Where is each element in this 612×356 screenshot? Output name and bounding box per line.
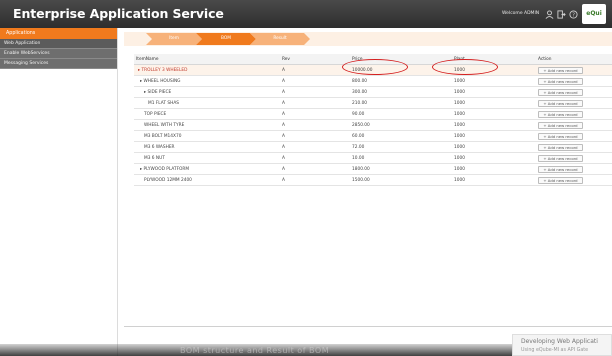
item-name[interactable]: ▸ WHEEL HOUSING bbox=[136, 76, 276, 87]
app-title: Enterprise Application Service bbox=[13, 6, 224, 21]
col-header-itemname[interactable]: ItemName bbox=[136, 54, 276, 65]
sidebar-item-web-application[interactable]: Web Application bbox=[0, 39, 117, 49]
item-name[interactable]: M3 6 WASHER bbox=[136, 142, 276, 153]
app-header: Enterprise Application Service Welcome A… bbox=[0, 0, 612, 28]
item-rev: A bbox=[282, 145, 285, 150]
sidebar: Applications Web Application Enable WebS… bbox=[0, 28, 118, 356]
toast-title: Developing Web Applicati bbox=[521, 338, 598, 345]
table-row[interactable]: WHEEL WITH TYRE A 2850.00 1000 + Add new… bbox=[134, 120, 612, 131]
add-new-record-button[interactable]: + Add new record bbox=[538, 67, 583, 74]
item-price[interactable]: 10.00 bbox=[352, 153, 442, 164]
table-row[interactable]: ▸ WHEEL HOUSING A 800.00 1000 + Add new … bbox=[134, 76, 612, 87]
add-new-record-button[interactable]: + Add new record bbox=[538, 166, 583, 173]
col-header-action: Action bbox=[538, 57, 552, 62]
table-row[interactable]: TOP PIECE A 90.00 1000 + Add new record bbox=[134, 109, 612, 120]
item-name[interactable]: ▸ TROLLEY 3 WHEELED bbox=[136, 65, 276, 76]
item-price[interactable]: 800.00 bbox=[352, 76, 442, 87]
eqube-logo: eQui bbox=[582, 4, 606, 24]
item-name[interactable]: WHEEL WITH TYRE bbox=[136, 120, 276, 131]
item-name[interactable]: M3 6 NUT bbox=[136, 153, 276, 164]
svg-text:?: ? bbox=[572, 12, 575, 18]
step-bom[interactable]: BOM bbox=[196, 33, 256, 45]
plant-highlight-ellipse bbox=[432, 59, 498, 75]
sidebar-item-messaging-services[interactable]: Messaging Services bbox=[0, 59, 117, 69]
table-row[interactable]: M3 BOLT M14X70 A 60.00 1000 + Add new re… bbox=[134, 131, 612, 142]
app-window: Enterprise Application Service Welcome A… bbox=[0, 0, 612, 356]
item-plant[interactable]: 1000 bbox=[454, 120, 544, 131]
step-bom-label: BOM bbox=[221, 36, 231, 41]
sidebar-section-applications[interactable]: Applications bbox=[0, 28, 117, 39]
step-item-label: Item bbox=[169, 36, 179, 41]
item-price[interactable]: 300.00 bbox=[352, 87, 442, 98]
item-price[interactable]: 2850.00 bbox=[352, 120, 442, 131]
step-result-label: Result bbox=[273, 36, 287, 41]
add-new-record-button[interactable]: + Add new record bbox=[538, 144, 583, 151]
table-row[interactable]: ▸ PLYWOOD PLATFORM A 1800.00 1000 + Add … bbox=[134, 164, 612, 175]
wizard-steps: Item BOM Result bbox=[124, 32, 612, 46]
price-highlight-ellipse bbox=[342, 59, 408, 75]
help-icon[interactable]: ? bbox=[569, 10, 578, 19]
content-divider bbox=[124, 326, 612, 327]
item-plant[interactable]: 1000 bbox=[454, 109, 544, 120]
item-plant[interactable]: 1000 bbox=[454, 153, 544, 164]
item-rev: A bbox=[282, 167, 285, 172]
item-price[interactable]: 1800.00 bbox=[352, 164, 442, 175]
add-new-record-button[interactable]: + Add new record bbox=[538, 100, 583, 107]
item-name[interactable]: M3 BOLT M14X70 bbox=[136, 131, 276, 142]
video-caption: BOM structure and Result of BOM bbox=[180, 346, 330, 355]
add-new-record-button[interactable]: + Add new record bbox=[538, 177, 583, 184]
item-name[interactable]: TOP PIECE bbox=[136, 109, 276, 120]
item-plant[interactable]: 1000 bbox=[454, 98, 544, 109]
item-rev: A bbox=[282, 101, 285, 106]
item-plant[interactable]: 1000 bbox=[454, 76, 544, 87]
table-row[interactable]: M3 6 WASHER A 72.00 1000 + Add new recor… bbox=[134, 142, 612, 153]
item-plant[interactable]: 1000 bbox=[454, 164, 544, 175]
logout-icon[interactable] bbox=[557, 10, 566, 19]
item-plant[interactable]: 1000 bbox=[454, 175, 544, 186]
add-new-record-button[interactable]: + Add new record bbox=[538, 89, 583, 96]
add-new-record-button[interactable]: + Add new record bbox=[538, 155, 583, 162]
step-result[interactable]: Result bbox=[250, 33, 310, 45]
item-price[interactable]: 210.00 bbox=[352, 98, 442, 109]
item-rev: A bbox=[282, 178, 285, 183]
item-rev: A bbox=[282, 112, 285, 117]
item-rev: A bbox=[282, 90, 285, 95]
table-row[interactable]: ▸ SIDE PIECE A 300.00 1000 + Add new rec… bbox=[134, 87, 612, 98]
item-price[interactable]: 72.00 bbox=[352, 142, 442, 153]
add-new-record-button[interactable]: + Add new record bbox=[538, 111, 583, 118]
col-header-rev[interactable]: Rev bbox=[282, 54, 342, 65]
table-row[interactable]: M3 6 NUT A 10.00 1000 + Add new record bbox=[134, 153, 612, 164]
item-name[interactable]: M1 FLAT SHAS bbox=[136, 98, 276, 109]
item-name[interactable]: ▸ PLYWOOD PLATFORM bbox=[136, 164, 276, 175]
table-row[interactable]: M1 FLAT SHAS A 210.00 1000 + Add new rec… bbox=[134, 98, 612, 109]
item-plant[interactable]: 1000 bbox=[454, 142, 544, 153]
item-rev: A bbox=[282, 123, 285, 128]
item-name[interactable]: ▸ SIDE PIECE bbox=[136, 87, 276, 98]
add-new-record-button[interactable]: + Add new record bbox=[538, 122, 583, 129]
item-plant[interactable]: 1000 bbox=[454, 131, 544, 142]
item-plant[interactable]: 1000 bbox=[454, 87, 544, 98]
item-price[interactable]: 90.00 bbox=[352, 109, 442, 120]
table-row[interactable]: PLYWOOD 12MM 2400 A 1500.00 1000 + Add n… bbox=[134, 175, 612, 186]
item-rev: A bbox=[282, 68, 285, 73]
item-rev: A bbox=[282, 79, 285, 84]
add-new-record-button[interactable]: + Add new record bbox=[538, 133, 583, 140]
item-rev: A bbox=[282, 134, 285, 139]
step-item[interactable]: Item bbox=[146, 33, 202, 45]
user-icon[interactable] bbox=[545, 10, 554, 19]
add-new-record-button[interactable]: + Add new record bbox=[538, 78, 583, 85]
welcome-text: Welcome ADMIN bbox=[502, 11, 540, 16]
item-price[interactable]: 60.00 bbox=[352, 131, 442, 142]
video-info-toast[interactable]: Developing Web Applicati Using eQube-MI … bbox=[512, 334, 612, 356]
item-price[interactable]: 1500.00 bbox=[352, 175, 442, 186]
main-content: Item BOM Result ItemName Rev Price Plant… bbox=[124, 32, 612, 356]
item-name[interactable]: PLYWOOD 12MM 2400 bbox=[136, 175, 276, 186]
sidebar-item-enable-webservices[interactable]: Enable WebServices bbox=[0, 49, 117, 59]
toast-subtitle: Using eQube-MI as API Gate bbox=[521, 348, 589, 353]
item-rev: A bbox=[282, 156, 285, 161]
